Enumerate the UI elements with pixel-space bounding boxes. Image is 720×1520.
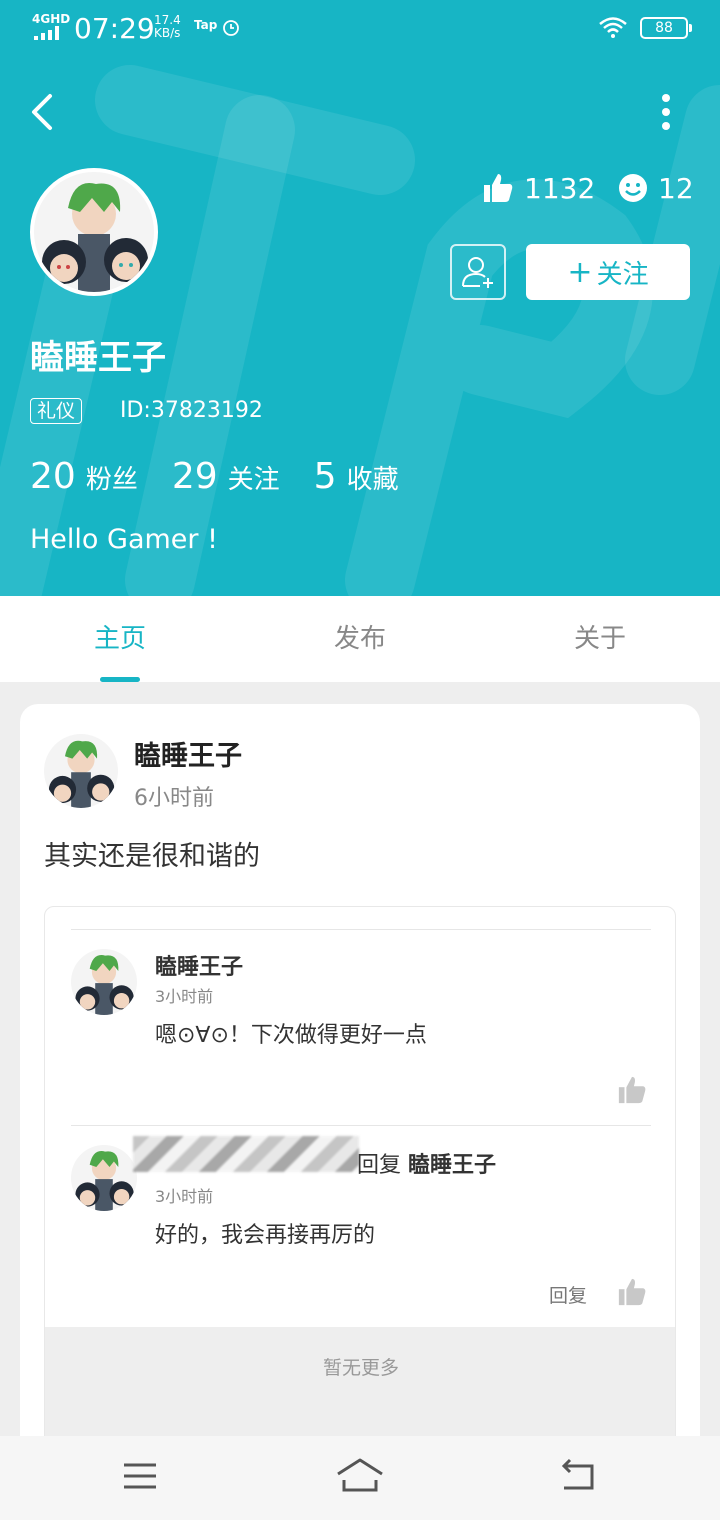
active-tab-indicator <box>100 677 140 682</box>
comment-text: 嗯⊙∀⊙！下次做得更好一点 <box>155 1023 427 1048</box>
network-speed: 17.4 KB/s <box>154 14 181 40</box>
smile-icon <box>619 174 647 202</box>
likes-stat: 1132 <box>482 168 595 208</box>
network-type: 4GHD <box>32 12 71 26</box>
fans-label[interactable]: 粉丝 <box>86 459 138 496</box>
add-friend-button[interactable] <box>450 244 506 300</box>
avatar-illustration <box>71 949 137 1015</box>
like-icon[interactable] <box>617 1277 647 1307</box>
likes-count: 1132 <box>524 171 596 205</box>
reply-target[interactable]: 瞌睡王子 <box>408 1153 496 1178</box>
back-nav-icon[interactable] <box>558 1456 598 1496</box>
profile-header: 4GHD 07:29 17.4 KB/s Tap 88 1132 12 + 关注… <box>0 0 720 596</box>
favorites-count[interactable]: 5 <box>314 456 337 497</box>
clock: 07:29 <box>74 12 155 45</box>
comment-avatar[interactable] <box>71 949 137 1015</box>
menu-icon[interactable] <box>120 1456 160 1496</box>
smiles-count: 12 <box>658 171 694 205</box>
thumbs-up-icon <box>484 174 513 202</box>
home-icon[interactable] <box>336 1456 384 1496</box>
alarm-icon <box>223 20 239 36</box>
plus-icon: + <box>567 254 593 290</box>
favorites-label[interactable]: 收藏 <box>347 459 399 496</box>
fans-count[interactable]: 20 <box>30 456 76 497</box>
signal-icon <box>34 26 59 40</box>
add-friend-icon <box>462 257 493 288</box>
speed-value: 17.4 <box>154 13 181 27</box>
following-count[interactable]: 29 <box>172 456 218 497</box>
tap-notification: Tap <box>194 18 218 32</box>
tab-about[interactable]: 关于 <box>480 596 720 682</box>
more-options-button[interactable] <box>648 88 684 136</box>
post-content: 其实还是很和谐的 <box>44 841 260 872</box>
follow-label: 关注 <box>596 259 649 290</box>
avatar-illustration <box>71 1145 137 1211</box>
post-author-name[interactable]: 瞌睡王子 <box>134 734 242 773</box>
profile-username: 瞌睡王子 <box>30 338 166 378</box>
divider <box>71 1125 651 1126</box>
avatar-illustration <box>44 734 118 808</box>
following-label[interactable]: 关注 <box>228 459 280 496</box>
comment-time: 3小时前 <box>155 987 214 1006</box>
divider <box>71 929 651 930</box>
comment-time: 3小时前 <box>155 1187 214 1206</box>
profile-bio: Hello Gamer ! <box>30 524 218 555</box>
avatar-illustration <box>34 172 154 292</box>
like-icon[interactable] <box>617 1075 647 1105</box>
post-time: 6小时前 <box>134 786 214 811</box>
user-badge[interactable]: 礼仪 <box>30 398 83 424</box>
post-author-avatar[interactable] <box>44 734 118 808</box>
system-nav-bar <box>0 1436 720 1520</box>
reply-button[interactable]: 回复 <box>549 1281 587 1308</box>
smiles-stat: 12 <box>618 168 694 208</box>
taptap-watermark <box>0 65 720 596</box>
speed-unit: KB/s <box>154 26 181 40</box>
status-bar: 4GHD 07:29 17.4 KB/s Tap 88 <box>0 0 720 56</box>
profile-counts: 20 粉丝 29 关注 5 收藏 <box>30 456 433 497</box>
tab-posts[interactable]: 发布 <box>240 596 480 682</box>
reply-to-line: 回复 瞌睡王子 <box>357 1147 496 1179</box>
battery-indicator: 88 <box>640 17 692 39</box>
comments-section: 瞌睡王子 3小时前 嗯⊙∀⊙！下次做得更好一点 回复 瞌睡王子 3小时前 好的，… <box>44 906 676 1464</box>
post-card[interactable]: 瞌睡王子 6小时前 其实还是很和谐的 瞌睡王子 3小时前 嗯⊙∀⊙！下次做得更好… <box>20 704 700 1464</box>
tab-home[interactable]: 主页 <box>0 596 240 682</box>
profile-avatar[interactable] <box>30 168 158 296</box>
comment-avatar[interactable] <box>71 1145 137 1211</box>
user-id: ID:37823192 <box>120 398 263 423</box>
profile-tabs: 主页 发布 关于 <box>0 596 720 682</box>
back-button[interactable] <box>24 88 64 136</box>
wifi-icon <box>599 17 627 38</box>
redacted-username <box>133 1136 359 1172</box>
follow-button[interactable]: + 关注 <box>526 244 690 300</box>
reply-word: 回复 <box>357 1153 402 1178</box>
comment-author[interactable]: 瞌睡王子 <box>155 949 243 981</box>
comment-text: 好的，我会再接再厉的 <box>155 1223 376 1248</box>
